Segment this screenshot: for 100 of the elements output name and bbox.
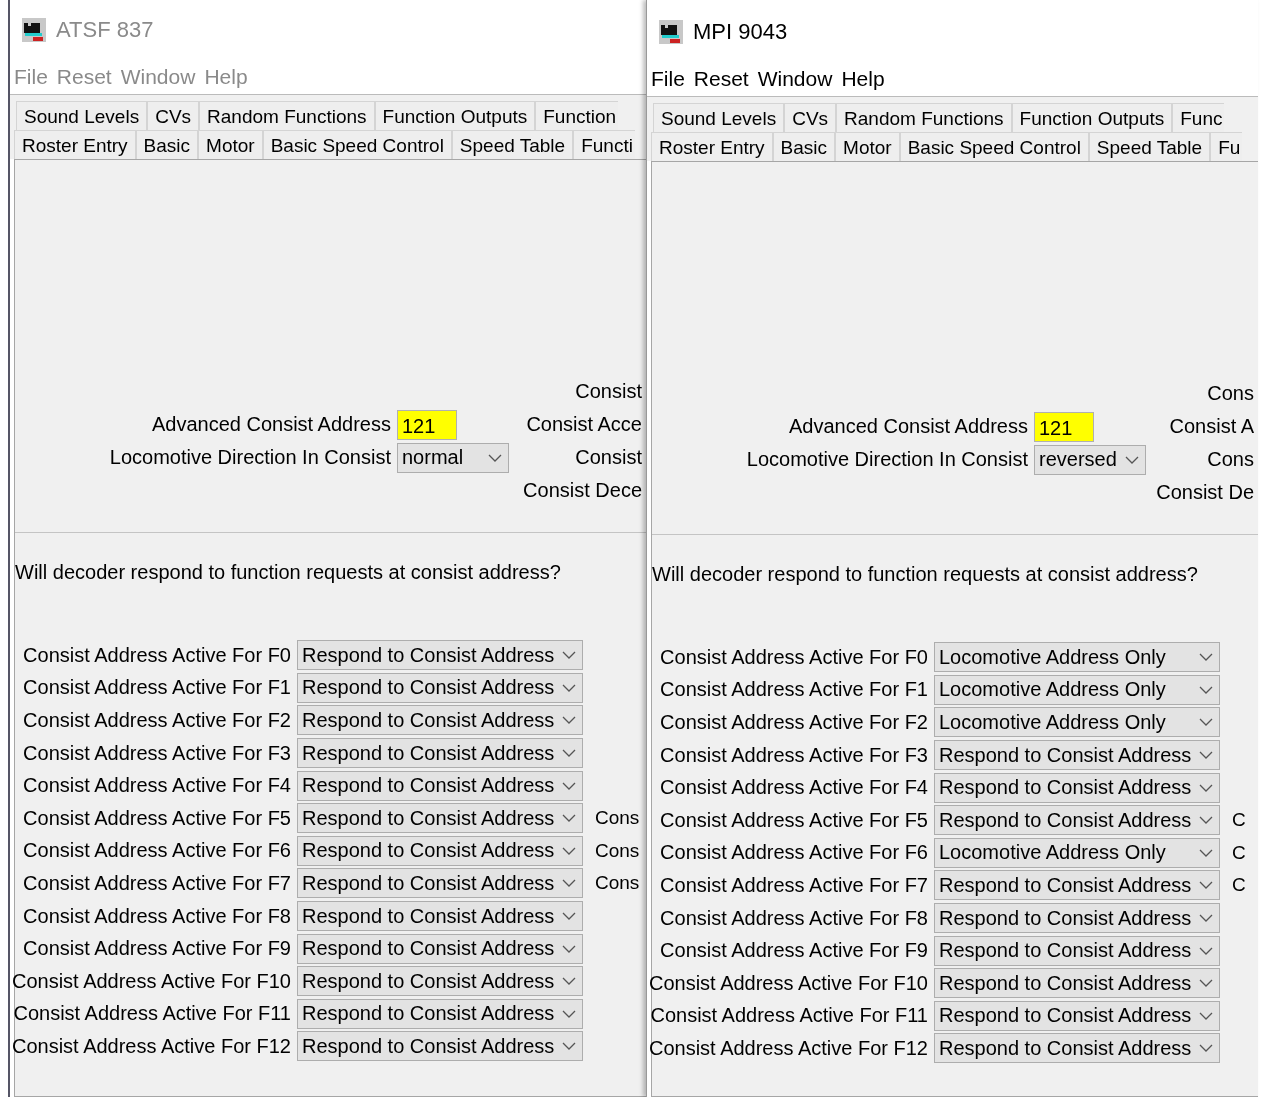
function-dropdown[interactable]: Respond to Consist Address: [934, 772, 1220, 803]
chevron-icon: [562, 814, 576, 823]
field-label: Consist Address Active For F4: [660, 776, 928, 800]
chevron-icon: [562, 749, 576, 758]
chevron-icon: [1199, 816, 1213, 825]
chevron-icon: [1199, 848, 1213, 857]
field-label: Consist Address Active For F1: [660, 678, 928, 702]
function-dropdown[interactable]: Respond to Consist Address: [934, 870, 1220, 901]
field-label: Locomotive Direction In Consist: [746, 448, 1028, 471]
function-dropdown[interactable]: Respond to Consist Address: [934, 740, 1220, 771]
chevron-icon: [1125, 455, 1139, 464]
question-text: Will decoder respond to function requests at consist address?: [652, 562, 1199, 587]
field-label: Consist Address Active For F7: [23, 871, 291, 895]
tab[interactable]: Func: [1172, 103, 1225, 132]
field-label: Consist Acce: [526, 413, 642, 436]
field-label: Consist Address Active For F7: [660, 873, 928, 897]
field-label: Consist Address Active For F6: [660, 841, 928, 865]
chevron-icon: [1199, 1044, 1213, 1053]
field-label: Cons: [1207, 382, 1254, 405]
function-dropdown[interactable]: Locomotive Address Only: [934, 707, 1220, 738]
chevron-icon: [562, 879, 576, 888]
chevron-icon: [562, 683, 576, 692]
locomotive-icon: [22, 18, 46, 42]
chevron-icon: [562, 912, 576, 921]
chevron-icon: [562, 651, 576, 660]
menu-item[interactable]: Window: [757, 67, 833, 91]
chevron-icon: [1199, 881, 1213, 890]
address-field[interactable]: 121: [1034, 411, 1094, 442]
chevron-icon: [1199, 979, 1213, 988]
field-label: Consist Address Active For F12: [649, 1036, 928, 1060]
function-dropdown[interactable]: Locomotive Address Only: [934, 837, 1220, 868]
chevron-icon: [1199, 783, 1213, 792]
field-label: C: [1231, 841, 1247, 864]
chevron-icon: [1199, 685, 1213, 694]
locomotive-icon: [659, 20, 683, 44]
field-label: Consist Dece: [523, 479, 642, 502]
field-label: Cons: [594, 807, 641, 830]
field-label: Consist Address Active For F9: [660, 939, 928, 963]
function-dropdown[interactable]: Locomotive Address Only: [934, 642, 1220, 673]
field-label: Consist Address Active For F3: [23, 741, 291, 765]
tab[interactable]: Random Functions: [836, 103, 1012, 132]
chevron-icon: [1199, 914, 1213, 923]
field-label: C: [1231, 874, 1247, 897]
function-dropdown[interactable]: Locomotive Address Only: [934, 674, 1220, 705]
tab[interactable]: Fu: [1210, 132, 1243, 161]
function-dropdown[interactable]: Respond to Consist Address: [934, 1033, 1220, 1064]
field-label: C: [1231, 809, 1247, 832]
tab[interactable]: Basic: [772, 132, 836, 161]
menu-item[interactable]: Reset: [693, 67, 749, 91]
field-label: Consist Address Active For F10: [649, 971, 928, 995]
chevron-icon: [1199, 718, 1213, 727]
field-label: Consist Address Active For F1: [23, 676, 291, 700]
chevron-icon: [562, 1042, 576, 1051]
field-label: Cons: [594, 839, 641, 862]
field-label: Consist Address Active For F3: [660, 743, 928, 767]
field-label: Consist Address Active For F0: [23, 643, 291, 667]
field-label: Cons: [594, 872, 641, 895]
question-text: Will decoder respond to function requests at consist address?: [15, 560, 562, 585]
chevron-icon: [562, 781, 576, 790]
menu-item[interactable]: Help: [841, 67, 885, 91]
window-title: MPI 9043: [693, 19, 788, 45]
chevron-icon: [562, 944, 576, 953]
field-label: Cons: [1207, 448, 1254, 471]
tab[interactable]: CVs: [784, 103, 837, 132]
function-dropdown[interactable]: Respond to Consist Address: [934, 935, 1220, 966]
field-label: Consist Address Active For F11: [650, 1004, 928, 1028]
field-label: Consist Address Active For F8: [660, 906, 928, 930]
field-label: Consist De: [1156, 481, 1254, 504]
function-dropdown[interactable]: Respond to Consist Address: [934, 903, 1220, 934]
tab[interactable]: Roster Entry: [651, 132, 773, 161]
tab[interactable]: Basic Speed Control: [899, 132, 1089, 161]
chevron-icon: [562, 1009, 576, 1018]
function-dropdown[interactable]: Respond to Consist Address: [934, 1000, 1220, 1031]
field-label: Advanced Consist Address: [788, 415, 1028, 438]
chevron-icon: [562, 846, 576, 855]
field-label: Advanced Consist Address: [151, 413, 391, 436]
window-title: ATSF 837: [56, 17, 154, 43]
direction-dropdown[interactable]: reversed: [1034, 444, 1146, 475]
tab[interactable]: Motor: [835, 132, 900, 161]
field-label: Consist Address Active For F8: [23, 904, 291, 928]
field-label: Consist Address Active For F5: [660, 808, 928, 832]
field-label: Consist Address Active For F2: [660, 711, 928, 734]
field-label: Consist Address Active For F0: [660, 645, 928, 669]
field-label: Consist Address Active For F2: [23, 709, 291, 732]
menu-item[interactable]: File: [651, 67, 685, 91]
field-label: Consist: [575, 380, 642, 403]
field-label: Consist A: [1169, 415, 1254, 438]
tab[interactable]: Function Outputs: [1011, 103, 1173, 132]
function-dropdown[interactable]: Respond to Consist Address: [934, 968, 1220, 999]
chevron-icon: [562, 977, 576, 986]
field-label: Consist Address Active For F5: [23, 806, 291, 830]
chevron-icon: [1199, 946, 1213, 955]
field-label: Locomotive Direction In Consist: [109, 446, 391, 469]
chevron-icon: [1199, 1011, 1213, 1020]
function-dropdown[interactable]: Respond to Consist Address: [934, 805, 1220, 836]
chevron-icon: [1199, 751, 1213, 760]
tab[interactable]: Sound Levels: [653, 103, 785, 132]
tab[interactable]: Speed Table: [1088, 132, 1211, 161]
chevron-icon: [562, 716, 576, 725]
chevron-icon: [1199, 653, 1213, 662]
